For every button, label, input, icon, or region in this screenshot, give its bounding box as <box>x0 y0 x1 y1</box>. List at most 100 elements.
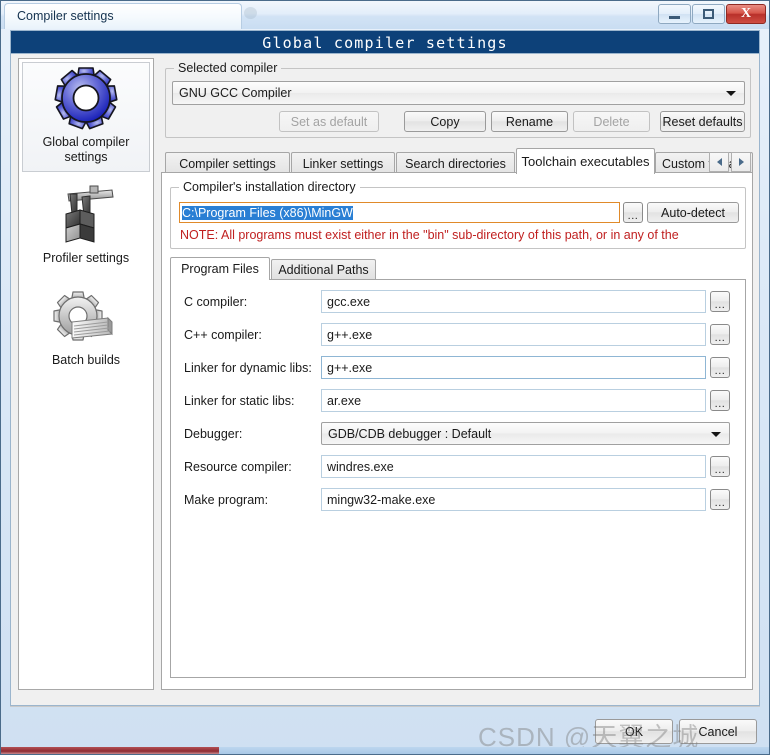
linker-dynamic-browse-button[interactable]: ... <box>710 357 730 378</box>
toolchain-executables-page: Compiler's installation directory C:\Pro… <box>161 172 753 690</box>
rename-button[interactable]: Rename <box>491 111 568 132</box>
page-title: Global compiler settings <box>262 34 508 52</box>
tab-scroll-right-button[interactable] <box>731 152 751 172</box>
make-program-browse-button[interactable]: ... <box>710 489 730 510</box>
ellipsis-icon: ... <box>627 210 639 222</box>
cpp-compiler-label: C++ compiler: <box>184 328 262 342</box>
window-title-text: Compiler settings <box>17 9 114 23</box>
delete-label: Delete <box>593 114 630 129</box>
caliper-blocks-icon <box>22 179 150 251</box>
window-titlebar: Compiler settings X <box>1 1 769 29</box>
c-compiler-value: gcc.exe <box>327 294 371 309</box>
resource-compiler-label: Resource compiler: <box>184 460 292 474</box>
auto-detect-label: Auto-detect <box>661 205 725 220</box>
cpp-compiler-input[interactable]: g++.exe <box>321 323 706 346</box>
close-icon: X <box>740 6 752 21</box>
chevron-down-icon <box>726 91 736 96</box>
rename-label: Rename <box>505 114 554 129</box>
make-program-value: mingw32-make.exe <box>327 492 436 507</box>
gear-stack-icon <box>22 281 150 353</box>
linker-static-label: Linker for static libs: <box>184 394 295 408</box>
copy-button[interactable]: Copy <box>404 111 486 132</box>
linker-dynamic-label: Linker for dynamic libs: <box>184 361 312 375</box>
tab-scroll-left-button[interactable] <box>709 152 729 172</box>
ellipsis-icon: ... <box>714 299 726 311</box>
linker-dynamic-input[interactable]: g++.exe <box>321 356 706 379</box>
installation-directory-value: C:\Program Files (x86)\MinGW <box>182 205 353 220</box>
compiler-settings-window: Compiler settings X Global compiler sett… <box>0 0 770 755</box>
ok-label: OK <box>624 724 644 739</box>
selected-compiler-group-title: Selected compiler <box>174 61 282 75</box>
installation-directory-browse-button[interactable]: ... <box>623 202 643 223</box>
program-files-tabbar[interactable]: Program Files Additional Paths <box>170 257 746 280</box>
tab-label: Compiler settings <box>179 156 276 171</box>
inner-tab-program-files[interactable]: Program Files <box>170 257 270 280</box>
c-compiler-label: C compiler: <box>184 295 248 309</box>
ellipsis-icon: ... <box>714 497 726 509</box>
maximize-icon <box>703 9 714 19</box>
linker-static-browse-button[interactable]: ... <box>710 390 730 411</box>
c-compiler-input[interactable]: gcc.exe <box>321 290 706 313</box>
ghost-blob-4-icon <box>244 7 257 19</box>
sidebar-label-line-1: Global compiler <box>42 135 130 149</box>
ellipsis-icon: ... <box>714 398 726 410</box>
debugger-select[interactable]: GDB/CDB debugger : Default <box>321 422 730 445</box>
linker-static-value: ar.exe <box>327 393 362 408</box>
gear-icon <box>23 63 149 135</box>
reset-defaults-label: Reset defaults <box>662 114 743 129</box>
resource-compiler-browse-button[interactable]: ... <box>710 456 730 477</box>
page-title-banner: Global compiler settings <box>10 30 760 54</box>
dialog-client-area: Global compiler settings Profiler settin… <box>10 54 760 706</box>
tab-label: Toolchain executables <box>521 154 650 169</box>
resource-compiler-value: windres.exe <box>327 459 394 474</box>
make-program-label: Make program: <box>184 493 269 507</box>
close-button[interactable]: X <box>726 4 766 24</box>
copy-label: Copy <box>430 114 460 129</box>
selected-compiler-group: Selected compiler GNU GCC Compiler Set a… <box>165 61 751 138</box>
c-compiler-browse-button[interactable]: ... <box>710 291 730 312</box>
window-title-tab[interactable]: Compiler settings <box>4 3 242 29</box>
linker-dynamic-value: g++.exe <box>327 360 373 375</box>
resource-compiler-input[interactable]: windres.exe <box>321 455 706 478</box>
settings-pane: Selected compiler GNU GCC Compiler Set a… <box>161 58 753 690</box>
linker-static-input[interactable]: ar.exe <box>321 389 706 412</box>
window-bottom-edge <box>1 747 769 754</box>
tab-linker-settings[interactable]: Linker settings <box>291 152 395 174</box>
inner-tab-label: Additional Paths <box>278 263 369 277</box>
auto-detect-button[interactable]: Auto-detect <box>647 202 739 223</box>
program-files-panel: C compiler: gcc.exe ... C++ compiler: g+… <box>170 279 746 678</box>
inner-tab-additional-paths[interactable]: Additional Paths <box>271 259 376 280</box>
sidebar-item-global-compiler-settings[interactable]: Global compiler settings <box>22 62 150 172</box>
ellipsis-icon: ... <box>714 365 726 377</box>
sidebar-label-line-1: Profiler settings <box>42 251 130 265</box>
tab-label: Search directories <box>405 156 506 171</box>
tab-search-directories[interactable]: Search directories <box>396 152 515 174</box>
tab-toolchain-executables[interactable]: Toolchain executables <box>516 148 655 174</box>
cpp-compiler-value: g++.exe <box>327 327 373 342</box>
maximize-button[interactable] <box>692 4 725 24</box>
cancel-button[interactable]: Cancel <box>679 719 757 744</box>
settings-sidebar[interactable]: Global compiler settings Profiler settin… <box>18 58 154 690</box>
cpp-compiler-browse-button[interactable]: ... <box>710 324 730 345</box>
ellipsis-icon: ... <box>714 332 726 344</box>
make-program-input[interactable]: mingw32-make.exe <box>321 488 706 511</box>
tab-label: Linker settings <box>302 156 384 171</box>
cancel-label: Cancel <box>698 724 738 739</box>
set-as-default-button[interactable]: Set as default <box>279 111 379 132</box>
installation-directory-group-title: Compiler's installation directory <box>179 180 360 194</box>
minimize-button[interactable] <box>658 4 691 24</box>
chevron-right-icon <box>738 158 744 166</box>
delete-button[interactable]: Delete <box>573 111 650 132</box>
ok-button[interactable]: OK <box>595 719 673 744</box>
settings-tabbar[interactable]: Compiler settings Linker settings Search… <box>161 148 753 174</box>
installation-directory-input[interactable]: C:\Program Files (x86)\MinGW <box>179 202 620 223</box>
chevron-down-icon <box>711 431 721 437</box>
footer-divider <box>10 706 760 707</box>
sidebar-item-batch-builds[interactable]: Batch builds <box>22 281 150 374</box>
tab-compiler-settings[interactable]: Compiler settings <box>165 152 290 174</box>
sidebar-label-line-2: settings <box>64 150 108 164</box>
sidebar-label-line-1: Batch builds <box>51 353 121 367</box>
sidebar-item-profiler-settings[interactable]: Profiler settings <box>22 179 150 272</box>
compiler-select[interactable]: GNU GCC Compiler <box>172 81 745 105</box>
reset-defaults-button[interactable]: Reset defaults <box>660 111 745 132</box>
